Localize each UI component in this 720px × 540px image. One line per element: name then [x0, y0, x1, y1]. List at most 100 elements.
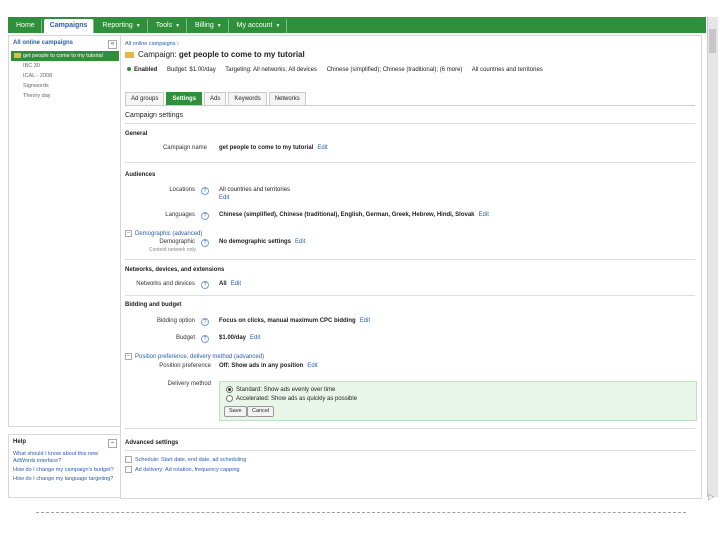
enabled-status-icon: [127, 67, 131, 71]
locations-label: Locations: [169, 187, 195, 193]
help-link[interactable]: What should I know about this new AdWord…: [9, 450, 121, 466]
status-budget: Budget: $1.00/day: [167, 67, 216, 73]
collapse-icon: –: [125, 353, 132, 360]
campaign-sidebar: All online campaigns « get people to com…: [8, 35, 122, 427]
help-icon[interactable]: ?: [201, 281, 209, 289]
delivery-option-accelerated[interactable]: Accelerated: Show ads as quickly as poss…: [226, 395, 357, 402]
tab-tools[interactable]: Tools ▼: [150, 19, 188, 33]
section-general-heading: General: [125, 131, 148, 137]
schedule-settings-link[interactable]: Schedule: Start date, end date, ad sched…: [125, 456, 246, 463]
status-languages: Chinese (simplified); Chinese (tradition…: [326, 67, 463, 73]
campaign-status-row: Enabled Budget: $1.00/day Targeting: All…: [127, 67, 551, 73]
divider: [125, 450, 695, 451]
edit-position-link[interactable]: Edit: [307, 363, 317, 369]
status-targeting: Targeting: All networks; All devices: [225, 67, 318, 73]
edit-networks-link[interactable]: Edit: [231, 281, 241, 287]
tab-home[interactable]: Home: [10, 19, 42, 33]
languages-value: Chinese (simplified), Chinese (tradition…: [219, 212, 475, 218]
sidebar-header: All online campaigns «: [9, 36, 121, 51]
divider: [125, 428, 695, 429]
networks-value: All: [219, 281, 227, 287]
chevron-down-icon[interactable]: ▼: [217, 19, 222, 33]
edit-languages-link[interactable]: Edit: [479, 212, 489, 218]
tab-keywords[interactable]: Keywords: [228, 92, 267, 105]
tab-my-account[interactable]: My account ▼: [231, 19, 288, 33]
sidebar-item-label: Signwords: [23, 83, 49, 89]
help-link[interactable]: How do I change my campaign's budget?: [9, 466, 121, 475]
breadcrumb[interactable]: All online campaigns ›: [125, 41, 179, 47]
chevron-down-icon[interactable]: ▼: [275, 19, 280, 33]
tab-label: Campaigns: [49, 22, 88, 29]
radio-unchecked-icon[interactable]: [226, 395, 233, 402]
tab-networks[interactable]: Networks: [268, 92, 306, 105]
sidebar-item-campaign[interactable]: Signwords: [9, 81, 121, 91]
collapse-help-icon[interactable]: –: [108, 439, 117, 448]
demographic-toggle[interactable]: – Demographic (advanced): [125, 230, 202, 237]
divider: [125, 162, 695, 163]
section-bidding-heading: Bidding and budget: [125, 302, 182, 308]
sidebar-item-label: Theory day: [23, 93, 51, 99]
help-title: Help: [13, 439, 27, 445]
tab-ads[interactable]: Ads: [204, 92, 227, 105]
status-state[interactable]: Enabled: [134, 67, 157, 73]
scrollbar-thumb[interactable]: [709, 29, 716, 53]
tab-ad-groups[interactable]: Ad groups: [125, 92, 165, 105]
budget-value: $1.00/day: [219, 335, 247, 341]
help-link-list: What should I know about this new AdWord…: [9, 450, 121, 484]
position-preference-value: Off: Show ads in any position: [219, 363, 304, 369]
sidebar-item-campaign[interactable]: IBC 30: [9, 61, 121, 71]
sidebar-item-campaign[interactable]: Theory day: [9, 91, 121, 101]
help-link[interactable]: How do I change my language targeting?: [9, 475, 121, 484]
divider: [125, 123, 695, 124]
status-locations: All countries and territories: [471, 67, 543, 73]
help-icon[interactable]: ?: [201, 335, 209, 343]
folder-icon: [14, 53, 21, 58]
collapse-icon: –: [125, 230, 132, 237]
bidding-option-value: Focus on clicks, manual maximum CPC bidd…: [219, 318, 356, 324]
position-preference-toggle[interactable]: – Position preference, delivery method (a…: [125, 353, 264, 360]
help-icon[interactable]: ?: [201, 318, 209, 326]
vertical-scrollbar[interactable]: [707, 17, 718, 497]
edit-bidding-link[interactable]: Edit: [360, 318, 370, 324]
chevron-down-icon[interactable]: ▼: [136, 19, 141, 33]
campaign-subtabs: Ad groups Settings Ads Keywords Networks: [125, 92, 695, 106]
cancel-button[interactable]: Cancel: [247, 406, 275, 417]
tab-reporting[interactable]: Reporting ▼: [96, 19, 148, 33]
help-icon[interactable]: ?: [201, 212, 209, 220]
divider: [125, 295, 695, 296]
tab-billing[interactable]: Billing ▼: [189, 19, 229, 33]
ad-delivery-settings-link[interactable]: Ad delivery: Ad rotation, frequency capp…: [125, 466, 240, 473]
edit-budget-link[interactable]: Edit: [250, 335, 260, 341]
sidebar-item-campaign[interactable]: get people to come to my tutorial: [11, 51, 119, 61]
page-title: Campaign: get people to come to my tutor…: [125, 50, 305, 59]
help-icon[interactable]: ?: [201, 239, 209, 247]
help-icon[interactable]: ?: [201, 187, 209, 195]
sidebar-campaign-list: get people to come to my tutorial IBC 30 I…: [9, 51, 121, 101]
main-nav-bar: Home Campaigns Reporting ▼ Tools ▼ Billing ▼ My …: [8, 17, 706, 33]
edit-campaign-name-link[interactable]: Edit: [317, 145, 327, 151]
main-panel: All online campaigns › Campaign: get peo…: [120, 35, 702, 499]
panel-title: Campaign settings: [125, 112, 183, 119]
tab-campaigns[interactable]: Campaigns: [43, 19, 95, 33]
campaign-name-label: Campaign name: [162, 145, 207, 151]
sidebar-item-campaign[interactable]: ICAL - 2008: [9, 71, 121, 81]
campaign-name-title: get people to come to my tutorial: [178, 50, 305, 59]
section-advanced-heading: Advanced settings: [125, 440, 179, 446]
sidebar-title[interactable]: All online campaigns: [13, 40, 73, 49]
sidebar-item-label: ICAL - 2008: [23, 73, 53, 79]
scroll-down-arrow-icon[interactable]: ▷: [708, 492, 714, 501]
edit-locations-link[interactable]: Edit: [219, 195, 229, 201]
demographic-value: No demographic settings: [219, 239, 292, 245]
sidebar-item-label: get people to come to my tutorial: [23, 53, 103, 59]
delivery-method-label: Delivery method: [167, 381, 211, 387]
delivery-option-standard[interactable]: Standard: Show ads evenly over time: [226, 386, 335, 393]
save-button[interactable]: Save: [224, 406, 247, 417]
collapse-sidebar-icon[interactable]: «: [108, 40, 117, 49]
radio-checked-icon[interactable]: [226, 386, 233, 393]
tab-settings[interactable]: Settings: [166, 92, 203, 105]
chevron-down-icon[interactable]: ▼: [175, 19, 180, 33]
edit-demographic-link[interactable]: Edit: [295, 239, 305, 245]
tab-label: Home: [16, 22, 35, 29]
bidding-option-label: Bidding option: [156, 318, 195, 324]
budget-label: Budget: [175, 335, 195, 341]
